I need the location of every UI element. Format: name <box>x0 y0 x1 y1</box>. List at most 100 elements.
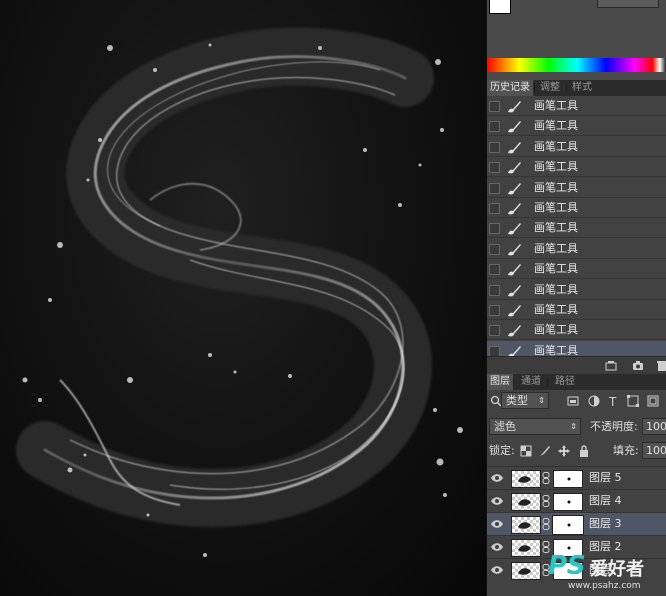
visibility-eye-icon[interactable] <box>491 472 503 484</box>
history-tab-bar: 历史记录 调整 样式 <box>487 80 666 97</box>
updown-arrow-icon: ⇕ <box>570 422 577 431</box>
tab-history[interactable]: 历史记录 <box>487 80 533 96</box>
history-state-label: 画笔工具 <box>534 139 578 153</box>
layer-thumbnail[interactable] <box>511 470 541 488</box>
layer-name[interactable]: 图层 3 <box>589 513 622 535</box>
layer-mask-thumbnail[interactable] <box>553 493 583 511</box>
visibility-eye-icon[interactable] <box>491 518 503 530</box>
history-source-checkbox[interactable] <box>489 162 500 174</box>
brush-tool-icon <box>508 182 521 194</box>
photoshop-window: 历史记录 调整 样式 画笔工具 画笔工具 画笔工具 画笔工具 画笔工具 画笔工具 画笔工具画… <box>0 0 666 596</box>
history-state[interactable]: 画笔工具 <box>487 218 666 239</box>
layer-mask-thumbnail[interactable] <box>552 515 584 535</box>
visibility-eye-icon[interactable] <box>491 495 503 507</box>
layer-filter-select[interactable]: 类型 ⇕ <box>501 392 549 409</box>
tab-divider <box>566 83 567 93</box>
brush-tool-icon <box>508 203 521 215</box>
tab-divider <box>547 377 548 387</box>
history-state-label: 画笔工具 <box>534 221 578 235</box>
history-source-checkbox[interactable] <box>489 325 500 337</box>
color-spectrum-bar[interactable] <box>487 58 666 72</box>
brush-tool-icon <box>508 305 521 317</box>
brush-tool-icon <box>508 162 521 174</box>
history-source-checkbox[interactable] <box>489 264 500 276</box>
brush-tool-icon <box>508 121 521 133</box>
updown-arrow-icon: ⇕ <box>538 396 545 405</box>
snapshot-camera-icon[interactable] <box>632 360 644 371</box>
layer-name[interactable]: 图层 4 <box>589 490 622 512</box>
history-source-checkbox[interactable] <box>489 243 500 255</box>
color-value-field[interactable] <box>597 0 659 8</box>
layer-row[interactable]: 图层 5 <box>487 466 666 489</box>
history-state-label: 画笔工具 <box>534 201 578 214</box>
filter-smart-object-icon[interactable] <box>647 395 659 407</box>
history-state-label: 画笔工具 <box>534 160 578 174</box>
mask-link-icon[interactable] <box>542 472 550 484</box>
lock-transparency-icon[interactable] <box>520 445 532 457</box>
tab-paths[interactable]: 路径 <box>552 374 578 390</box>
history-state-label: 画笔工具 <box>534 241 578 255</box>
history-state-label: 画笔工具 <box>534 119 578 133</box>
brush-tool-icon <box>508 223 521 235</box>
blend-mode-select[interactable]: 滤色 ⇕ <box>489 418 581 435</box>
history-source-checkbox[interactable] <box>489 203 500 214</box>
visibility-eye-icon[interactable] <box>491 564 503 576</box>
history-state[interactable]: 画笔工具 <box>487 300 666 320</box>
history-state[interactable]: 画笔工具 <box>487 259 666 280</box>
history-source-checkbox[interactable] <box>489 284 500 296</box>
filter-adjustment-icon[interactable] <box>588 395 600 407</box>
svg-text:T: T <box>608 395 617 407</box>
opacity-input[interactable]: 100% <box>642 418 666 435</box>
history-source-checkbox[interactable] <box>489 223 500 235</box>
filter-type-icon[interactable]: T <box>608 395 620 407</box>
mask-link-icon[interactable] <box>542 518 550 530</box>
color-panel <box>487 0 666 58</box>
history-source-checkbox[interactable] <box>489 305 500 316</box>
history-state[interactable]: 画笔工具 <box>487 96 666 116</box>
tab-layers[interactable]: 图层 <box>487 374 513 390</box>
brush-tool-icon <box>508 284 521 296</box>
brush-tool-icon <box>508 243 521 256</box>
tab-styles[interactable]: 样式 <box>569 80 595 96</box>
layer-thumbnail[interactable] <box>511 516 541 534</box>
foreground-color-swatch[interactable] <box>489 0 511 14</box>
lock-pixels-brush-icon[interactable] <box>539 445 551 457</box>
history-state[interactable]: 画笔工具 <box>487 320 666 341</box>
layer-name[interactable]: 图层 5 <box>589 467 622 489</box>
lock-all-icon[interactable] <box>578 445 590 457</box>
history-source-checkbox[interactable] <box>489 141 500 153</box>
delete-state-icon[interactable] <box>656 360 666 371</box>
layer-thumbnail[interactable] <box>511 562 541 580</box>
brush-tool-icon <box>508 101 521 113</box>
layer-thumbnail[interactable] <box>511 539 541 557</box>
history-source-checkbox[interactable] <box>489 101 500 112</box>
history-source-checkbox[interactable] <box>489 182 500 194</box>
history-source-checkbox[interactable] <box>489 121 500 133</box>
layer-mask-thumbnail[interactable] <box>553 470 583 488</box>
history-state[interactable]: 画笔工具 <box>487 198 666 218</box>
history-state[interactable]: 画笔工具 <box>487 116 666 137</box>
layer-thumbnail[interactable] <box>511 493 541 511</box>
tab-adjustments[interactable]: 调整 <box>537 80 563 96</box>
brush-tool-icon <box>508 264 521 276</box>
document-canvas[interactable] <box>0 0 486 596</box>
history-state[interactable]: 画笔工具 <box>487 157 666 178</box>
history-state[interactable]: 画笔工具 <box>487 280 666 300</box>
filter-pixel-icon[interactable] <box>567 395 579 407</box>
layer-row[interactable]: 图层 3 <box>487 512 666 535</box>
lock-position-move-icon[interactable] <box>558 445 570 457</box>
visibility-eye-icon[interactable] <box>491 541 503 553</box>
history-state[interactable]: 画笔工具 <box>487 178 666 198</box>
new-document-from-state-icon[interactable] <box>605 360 617 371</box>
layer-row[interactable]: 图层 4 <box>487 489 666 512</box>
watermark-logo: PS <box>548 551 586 581</box>
history-state[interactable]: 画笔工具 <box>487 137 666 157</box>
side-panels: 历史记录 调整 样式 画笔工具 画笔工具 画笔工具 画笔工具 画笔工具 画笔工具 画笔工具画… <box>486 0 666 596</box>
history-state[interactable]: 画笔工具 <box>487 239 666 259</box>
layers-tab-bar: 图层 通道 路径 <box>487 374 666 391</box>
filter-shape-icon[interactable] <box>627 395 639 407</box>
fill-input[interactable]: 100% <box>642 442 666 459</box>
history-state-label: 画笔工具 <box>534 303 578 316</box>
tab-channels[interactable]: 通道 <box>518 374 544 390</box>
mask-link-icon[interactable] <box>542 495 550 507</box>
